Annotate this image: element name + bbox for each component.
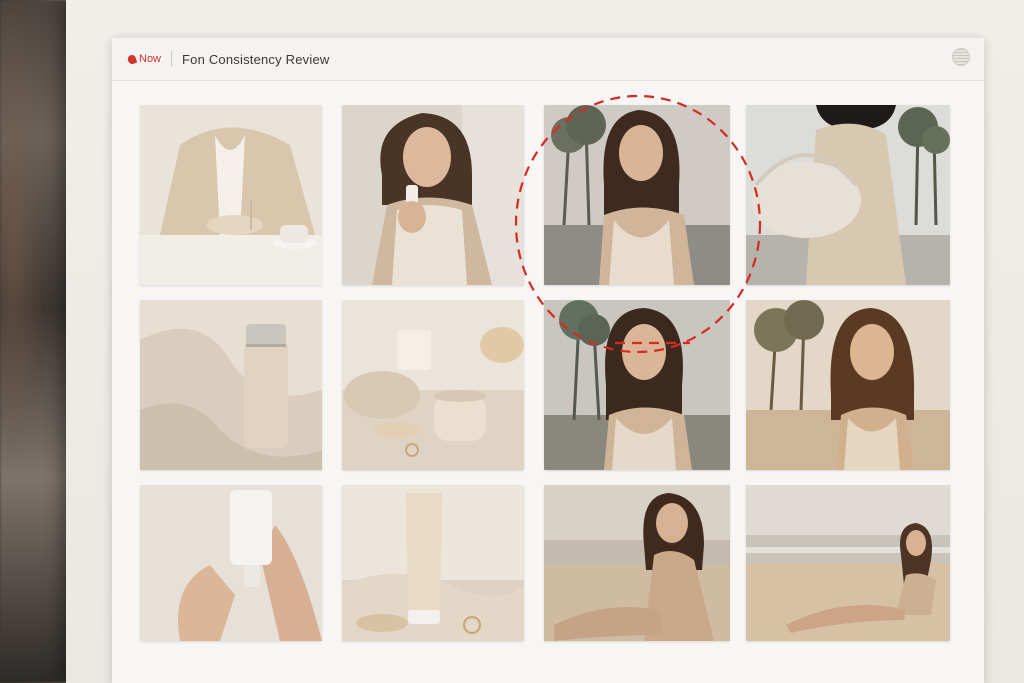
tile-coat-coffee[interactable] <box>140 105 322 285</box>
app-logo[interactable]: Now <box>126 53 162 65</box>
tile-woman-beach-palms[interactable] <box>746 300 950 470</box>
photo-icon <box>544 105 730 285</box>
photo-icon <box>746 105 950 285</box>
photo-icon <box>140 300 322 470</box>
tile-hands-tube[interactable] <box>140 485 322 641</box>
tile-woman-palms-2[interactable] <box>544 300 730 470</box>
background-room <box>0 0 68 683</box>
photo-icon <box>342 105 524 285</box>
photo-icon <box>140 105 322 285</box>
photo-icon <box>746 300 950 470</box>
photo-icon <box>342 300 524 470</box>
tile-woman-sitting-beach[interactable] <box>544 485 730 641</box>
title-bar: Now Fon Consistency Review <box>112 38 984 81</box>
app-window: Now Fon Consistency Review <box>112 38 984 683</box>
title-divider <box>171 51 173 67</box>
tile-woman-palms[interactable] <box>544 105 730 285</box>
logo-label: Now <box>139 53 162 65</box>
photo-icon <box>746 485 950 641</box>
tile-woman-bag[interactable] <box>746 105 950 285</box>
tile-woman-serum[interactable] <box>342 105 524 285</box>
window-menu-icon[interactable] <box>952 48 970 66</box>
image-grid <box>112 80 984 683</box>
photo-icon <box>342 485 524 641</box>
photo-icon <box>544 300 730 470</box>
tile-woman-reclining-beach[interactable] <box>746 485 950 641</box>
photo-icon <box>140 485 322 641</box>
tile-tube-still-life[interactable] <box>342 485 524 641</box>
tile-jar-still-life[interactable] <box>342 300 524 470</box>
window-title: Fon Consistency Review <box>182 51 330 67</box>
photo-icon <box>544 485 730 641</box>
logo-icon <box>126 53 138 65</box>
tile-bottle-fabric[interactable] <box>140 300 322 470</box>
